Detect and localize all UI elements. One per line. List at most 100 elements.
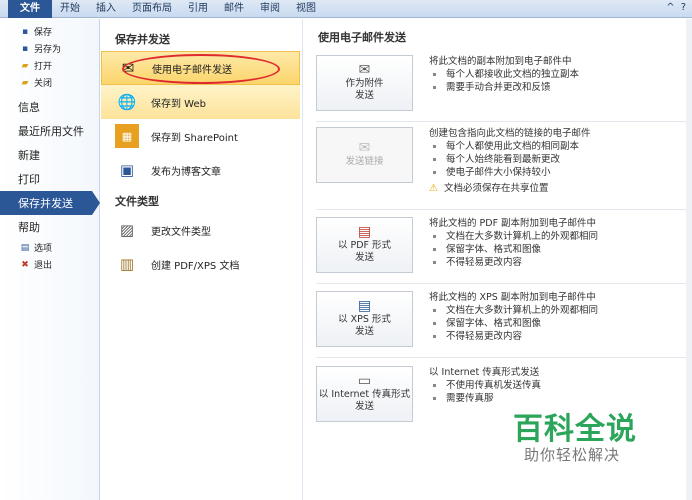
option-label: 发布为博客文章 (151, 166, 221, 178)
option-publish-blog[interactable]: ▣ 发布为博客文章 (101, 153, 300, 187)
send-as-internet-fax-button[interactable]: ▭ 以 Internet 传真形式 发送 (316, 366, 413, 422)
description: 创建包含指向此文档的链接的电子邮件 每个人都使用此文档的相同副本 每个人始终能看… (429, 127, 691, 195)
description-heading: 将此文档的副本附加到电子邮件中 (429, 56, 572, 67)
option-label: 创建 PDF/XPS 文档 (151, 260, 240, 272)
pdf-icon: ▤ (357, 224, 372, 240)
tab-page-layout[interactable]: 页面布局 (124, 0, 180, 18)
description: 将此文档的副本附加到电子邮件中 每个人都接收此文档的独立副本 需要手动合并更改和… (429, 55, 691, 94)
button-label-1: 以 Internet 传真形式 (318, 389, 411, 400)
nav-label: 关闭 (34, 79, 53, 89)
description: 将此文档的 XPS 副本附加到电子邮件中 文档在大多数计算机上的外观都相同 保留… (429, 291, 691, 343)
option-save-sharepoint[interactable]: ▦ 保存到 SharePoint (101, 119, 300, 153)
scrollbar[interactable] (686, 19, 692, 500)
link-icon: ✉ (358, 140, 371, 156)
tab-review[interactable]: 审阅 (252, 0, 288, 18)
send-as-xps-button[interactable]: ▤ 以 XPS 形式 发送 (316, 291, 413, 347)
bullet: 不得轻易更改内容 (429, 256, 691, 269)
nav-label: 保存 (34, 28, 53, 38)
send-as-attachment-button[interactable]: ✉ 作为附件 发送 (316, 55, 413, 111)
bullet: 文档在大多数计算机上的外观都相同 (429, 304, 691, 317)
bullet: 保留字体、格式和图像 (429, 243, 691, 256)
nav-exit[interactable]: ✖ 退出 (0, 256, 99, 273)
divider (316, 209, 688, 210)
blog-icon: ▣ (119, 161, 135, 179)
description: 将此文档的 PDF 副本附加到电子邮件中 文档在大多数计算机上的外观都相同 保留… (429, 217, 691, 269)
option-label: 使用电子邮件发送 (152, 64, 232, 76)
nav-print[interactable]: 打印 (0, 167, 99, 191)
button-label-2: 发送 (354, 90, 374, 101)
option-change-filetype[interactable]: ▨ 更改文件类型 (101, 213, 300, 247)
description-heading: 将此文档的 XPS 副本附加到电子邮件中 (429, 292, 596, 303)
watermark-title: 百科全说 (513, 412, 637, 447)
option-create-pdf-xps[interactable]: ▥ 创建 PDF/XPS 文档 (101, 247, 300, 281)
globe-icon: 🌐 (117, 93, 137, 111)
button-label-2: 发送 (354, 326, 374, 337)
tab-references[interactable]: 引用 (180, 0, 216, 18)
warning-text: 文档必须保存在共享位置 (443, 183, 549, 194)
help-icon[interactable]: ? (681, 2, 686, 13)
option-label: 保存到 Web (151, 98, 206, 110)
tab-view[interactable]: 视图 (288, 0, 324, 18)
xps-icon: ▤ (357, 298, 372, 314)
bullet: 需要手动合并更改和反馈 (429, 81, 691, 94)
group-send-xps: ▤ 以 XPS 形式 发送 将此文档的 XPS 副本附加到电子邮件中 文档在大多… (316, 291, 688, 355)
exit-icon: ✖ (21, 259, 29, 270)
bullet: 每个人都使用此文档的相同副本 (429, 140, 691, 153)
tab-file[interactable]: 文件 (8, 0, 52, 18)
divider (316, 121, 688, 122)
group-send-attachment: ✉ 作为附件 发送 将此文档的副本附加到电子邮件中 每个人都接收此文档的独立副本… (316, 55, 688, 119)
group-send-link: ✉ 发送链接 创建包含指向此文档的链接的电子邮件 每个人都使用此文档的相同副本 … (316, 127, 688, 207)
button-label-1: 作为附件 (345, 78, 384, 89)
nav-new[interactable]: 新建 (0, 143, 99, 167)
nav-label: 退出 (34, 261, 53, 271)
nav-label: 打开 (34, 62, 53, 72)
description-heading: 以 Internet 传真形式发送 (429, 367, 540, 378)
pdf-xps-icon: ▥ (119, 255, 135, 273)
bullet: 使电子邮件大小保持较小 (429, 166, 691, 179)
option-save-web[interactable]: 🌐 保存到 Web (101, 85, 300, 119)
warning-row: ⚠ 文档必须保存在共享位置 (429, 182, 691, 195)
bullet: 保留字体、格式和图像 (429, 317, 691, 330)
nav-save[interactable]: ▪ 保存 (0, 23, 99, 40)
divider (316, 357, 688, 358)
open-folder-icon: ▰ (21, 60, 29, 71)
button-label-1: 以 PDF 形式 (337, 240, 392, 251)
collapse-ribbon-icon[interactable]: ^ (666, 2, 674, 13)
nav-open[interactable]: ▰ 打开 (0, 57, 99, 74)
save-send-options-panel: 保存并发送 ✉ 使用电子邮件发送 🌐 保存到 Web ▦ 保存到 SharePo… (101, 19, 303, 500)
nav-info[interactable]: 信息 (0, 95, 99, 119)
save-as-icon: ▪ (21, 43, 29, 54)
attachment-icon: ✉ (358, 62, 371, 78)
bullet: 不得轻易更改内容 (429, 330, 691, 343)
nav-options[interactable]: ▤ 选项 (0, 239, 99, 256)
nav-help[interactable]: 帮助 (0, 215, 99, 239)
ribbon-tab-bar: 文件 开始 插入 页面布局 引用 邮件 审阅 视图 ^ ? (0, 0, 692, 18)
change-filetype-icon: ▨ (119, 221, 135, 239)
nav-save-and-send[interactable]: 保存并发送 (0, 191, 100, 215)
watermark-subtitle: 助你轻松解决 (524, 446, 621, 464)
bullet: 每个人都接收此文档的独立副本 (429, 68, 691, 81)
nav-label: 选项 (34, 244, 53, 254)
save-icon: ▪ (21, 26, 29, 37)
email-icon: ✉ (121, 59, 135, 77)
button-label-2: 发送 (354, 252, 374, 263)
description-heading: 将此文档的 PDF 副本附加到电子邮件中 (429, 218, 597, 229)
tab-mailings[interactable]: 邮件 (216, 0, 252, 18)
button-label-1: 发送链接 (345, 156, 384, 167)
group-send-pdf: ▤ 以 PDF 形式 发送 将此文档的 PDF 副本附加到电子邮件中 文档在大多… (316, 217, 688, 281)
tab-insert[interactable]: 插入 (88, 0, 124, 18)
tab-home[interactable]: 开始 (52, 0, 88, 18)
nav-close[interactable]: ▰ 关闭 (0, 74, 99, 91)
panel-title: 使用电子邮件发送 (318, 31, 406, 44)
option-send-email[interactable]: ✉ 使用电子邮件发送 (101, 51, 300, 85)
sharepoint-icon: ▦ (115, 124, 139, 148)
nav-save-as[interactable]: ▪ 另存为 (0, 40, 99, 57)
fax-icon: ▭ (357, 373, 372, 389)
divider (316, 283, 688, 284)
send-link-button[interactable]: ✉ 发送链接 (316, 127, 413, 183)
button-label-1: 以 XPS 形式 (338, 314, 391, 325)
bullet: 每个人始终能看到最新更改 (429, 153, 691, 166)
send-as-pdf-button[interactable]: ▤ 以 PDF 形式 发送 (316, 217, 413, 273)
option-label: 保存到 SharePoint (151, 132, 238, 144)
nav-recent[interactable]: 最近所用文件 (0, 119, 99, 143)
